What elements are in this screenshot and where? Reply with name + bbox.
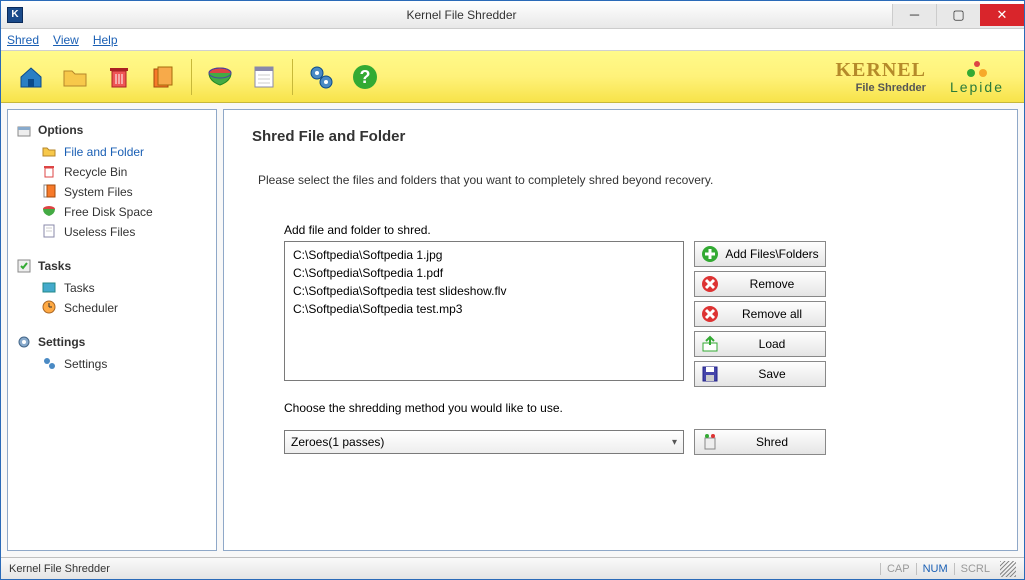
- toolbar: ? KERNEL File Shredder Lepide: [1, 51, 1024, 103]
- trash-icon[interactable]: [103, 61, 135, 93]
- file-item[interactable]: C:\Softpedia\Softpedia 1.jpg: [293, 246, 675, 264]
- brand-name: KERNEL: [835, 59, 925, 82]
- scrl-indicator: SCRL: [954, 563, 996, 575]
- brand-kernel: KERNEL File Shredder: [835, 59, 925, 94]
- menubar: Shred View Help: [1, 29, 1024, 51]
- num-indicator: NUM: [916, 563, 954, 575]
- sidebar-item-tasks[interactable]: Tasks: [16, 278, 216, 298]
- remove-all-button[interactable]: Remove all: [694, 301, 826, 327]
- svg-text:?: ?: [360, 67, 371, 87]
- sidebar-item-file-folder[interactable]: File and Folder: [16, 142, 216, 162]
- app-icon: K: [7, 7, 23, 23]
- chevron-down-icon: ▾: [672, 437, 677, 448]
- shred-button[interactable]: Shred: [694, 429, 826, 455]
- files-icon[interactable]: [147, 61, 179, 93]
- minimize-button[interactable]: ─: [892, 4, 936, 26]
- disk-icon[interactable]: [204, 61, 236, 93]
- sidebar: Options File and Folder Recycle Bin Syst…: [7, 109, 217, 551]
- save-button[interactable]: Save: [694, 361, 826, 387]
- toolbar-separator: [191, 59, 192, 95]
- sidebar-head-options[interactable]: Options: [16, 122, 216, 138]
- menu-help[interactable]: Help: [93, 33, 118, 47]
- window-title: Kernel File Shredder: [31, 8, 892, 22]
- add-files-button[interactable]: Add Files\Folders: [694, 241, 826, 267]
- menu-view[interactable]: View: [53, 33, 79, 47]
- sidebar-item-useless-files[interactable]: Useless Files: [16, 222, 216, 242]
- sidebar-item-scheduler[interactable]: Scheduler: [16, 298, 216, 318]
- method-value: Zeroes(1 passes): [291, 435, 384, 449]
- settings-icon[interactable]: [305, 61, 337, 93]
- resize-grip[interactable]: [1000, 561, 1016, 577]
- sidebar-head-settings[interactable]: Settings: [16, 334, 216, 350]
- file-item[interactable]: C:\Softpedia\Softpedia 1.pdf: [293, 264, 675, 282]
- close-button[interactable]: ✕: [980, 4, 1024, 26]
- titlebar: K Kernel File Shredder ─ ▢ ✕: [1, 1, 1024, 29]
- notepad-icon[interactable]: [248, 61, 280, 93]
- instruction-text: Please select the files and folders that…: [252, 173, 989, 187]
- file-item[interactable]: C:\Softpedia\Softpedia test slideshow.fl…: [293, 282, 675, 300]
- status-text: Kernel File Shredder: [9, 563, 110, 575]
- sidebar-item-recycle-bin[interactable]: Recycle Bin: [16, 162, 216, 182]
- toolbar-separator: [292, 59, 293, 95]
- brand-sub: File Shredder: [835, 82, 925, 94]
- folder-icon[interactable]: [59, 61, 91, 93]
- file-item[interactable]: C:\Softpedia\Softpedia test.mp3: [293, 300, 675, 318]
- statusbar: Kernel File Shredder CAP NUM SCRL: [1, 557, 1024, 579]
- main-panel: Shred File and Folder Please select the …: [223, 109, 1018, 551]
- method-dropdown[interactable]: Zeroes(1 passes) ▾: [284, 430, 684, 454]
- method-label: Choose the shredding method you would li…: [252, 401, 989, 415]
- sidebar-head-tasks[interactable]: Tasks: [16, 258, 216, 274]
- add-label: Add file and folder to shred.: [252, 223, 989, 237]
- remove-button[interactable]: Remove: [694, 271, 826, 297]
- help-icon[interactable]: ?: [349, 61, 381, 93]
- cap-indicator: CAP: [880, 563, 916, 575]
- load-button[interactable]: Load: [694, 331, 826, 357]
- menu-shred[interactable]: Shred: [7, 33, 39, 47]
- sidebar-item-free-disk[interactable]: Free Disk Space: [16, 202, 216, 222]
- page-title: Shred File and Folder: [252, 128, 989, 145]
- home-icon[interactable]: [15, 61, 47, 93]
- file-list[interactable]: C:\Softpedia\Softpedia 1.jpg C:\Softpedi…: [284, 241, 684, 381]
- lepide-icon: [965, 59, 989, 79]
- sidebar-item-settings[interactable]: Settings: [16, 354, 216, 374]
- sidebar-item-system-files[interactable]: System Files: [16, 182, 216, 202]
- maximize-button[interactable]: ▢: [936, 4, 980, 26]
- brand-vendor: Lepide: [950, 59, 1004, 95]
